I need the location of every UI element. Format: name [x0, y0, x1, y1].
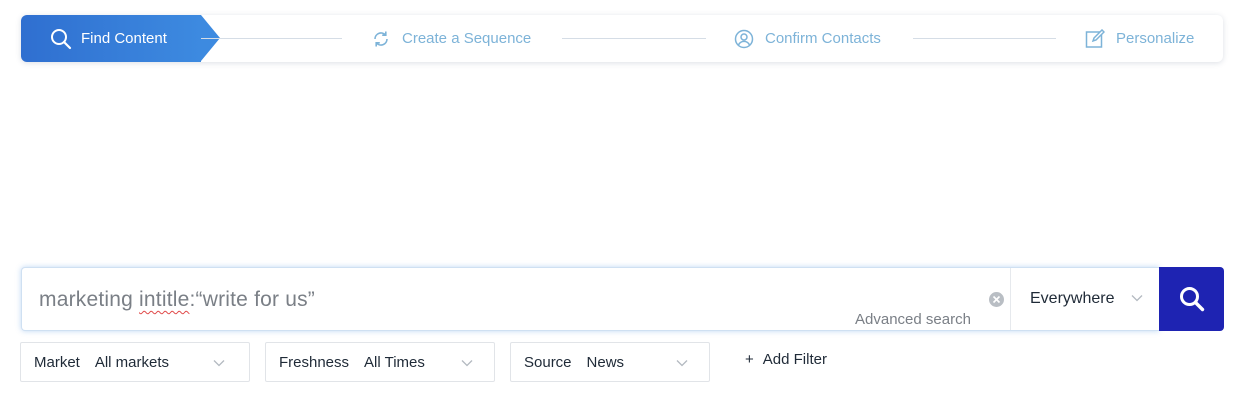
- plus-icon: +: [745, 351, 754, 368]
- query-text: marketing: [39, 288, 140, 311]
- filter-label: Market: [34, 353, 80, 371]
- filter-market[interactable]: Market All markets: [20, 342, 250, 382]
- close-icon: [992, 295, 1001, 304]
- step-confirm-contacts[interactable]: Confirm Contacts: [734, 15, 881, 62]
- filter-value: News: [586, 353, 625, 371]
- step-connector: [562, 38, 706, 39]
- chevron-down-icon: [213, 359, 225, 367]
- step-label: Find Content: [81, 30, 167, 47]
- step-label: Confirm Contacts: [765, 30, 881, 47]
- query-text: :“write for us”: [189, 288, 315, 311]
- filter-value: All Times: [364, 353, 425, 371]
- step-label: Personalize: [1116, 30, 1195, 47]
- user-circle-icon: [734, 29, 754, 49]
- search-button[interactable]: [1159, 267, 1224, 331]
- chevron-down-icon: [1131, 294, 1143, 302]
- refresh-icon: [371, 29, 391, 49]
- step-connector: [913, 38, 1056, 39]
- chevron-down-icon: [676, 359, 688, 367]
- scope-value: Everywhere: [1030, 290, 1115, 307]
- query-misspelled-word: intitle: [139, 288, 190, 311]
- advanced-search-link[interactable]: Advanced search: [855, 311, 971, 328]
- step-find-content[interactable]: Find Content: [21, 15, 220, 62]
- search-icon: [1179, 286, 1205, 312]
- add-filter-label: Add Filter: [762, 351, 827, 368]
- clear-search-button[interactable]: [989, 292, 1004, 307]
- wizard-stepper: Find Content Create a Sequence Confirm C…: [21, 15, 1223, 62]
- filter-label: Freshness: [279, 353, 350, 371]
- search-icon: [50, 28, 72, 50]
- chevron-down-icon: [461, 359, 473, 367]
- search-input[interactable]: marketing intitle:“write for us” Advance…: [21, 267, 1159, 331]
- search-scope-select[interactable]: Everywhere: [1011, 268, 1159, 330]
- filter-label: Source: [524, 353, 572, 371]
- edit-icon: [1085, 28, 1105, 49]
- search-query[interactable]: marketing intitle:“write for us”: [39, 288, 315, 312]
- add-filter-button[interactable]: + Add Filter: [745, 351, 827, 368]
- filter-value: All markets: [94, 353, 170, 371]
- step-label: Create a Sequence: [402, 30, 532, 47]
- filter-source[interactable]: Source News: [510, 342, 710, 382]
- step-create-sequence[interactable]: Create a Sequence: [371, 15, 531, 62]
- step-personalize[interactable]: Personalize: [1085, 15, 1194, 62]
- step-connector: [201, 38, 342, 39]
- filter-freshness[interactable]: Freshness All Times: [265, 342, 495, 382]
